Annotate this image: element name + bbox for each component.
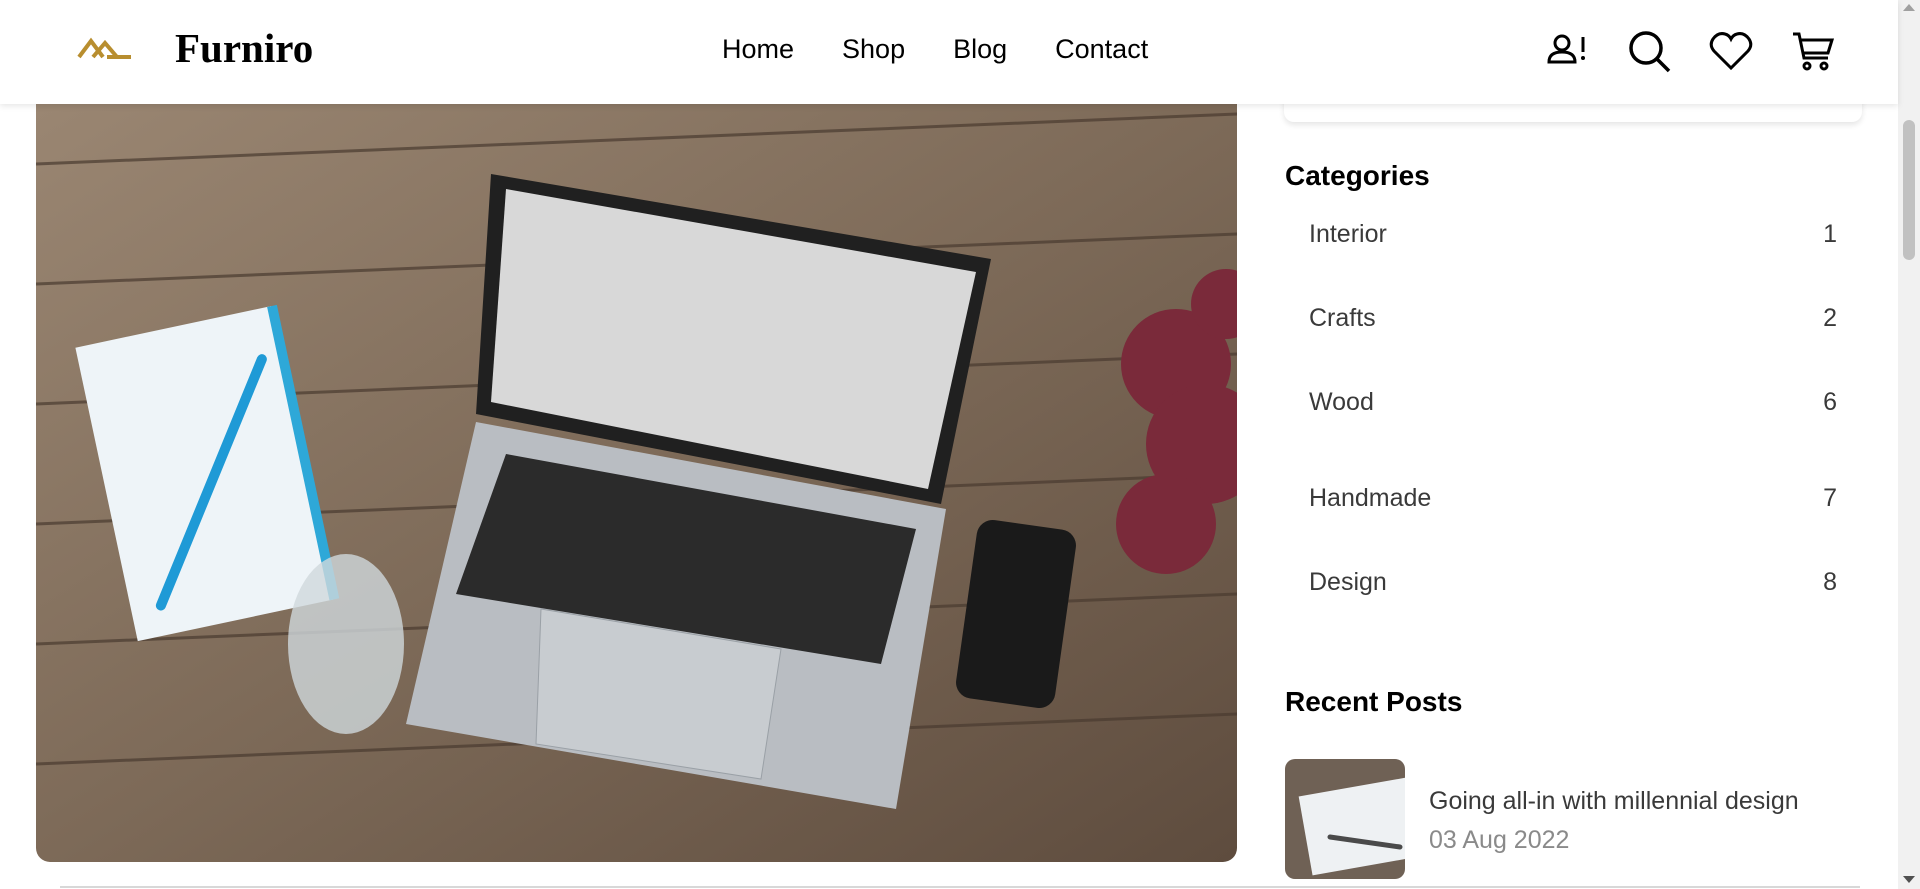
post-date: 03 Aug 2022 [1429,826,1570,854]
category-name: Crafts [1309,304,1376,332]
category-count: 7 [1823,484,1837,512]
nav-home[interactable]: Home [722,34,794,65]
brand-name[interactable]: Furniro [175,24,313,72]
furniro-logo[interactable] [77,33,133,63]
post-title[interactable]: Going all-in with millennial design [1429,787,1799,816]
post-text: Going all-in with millennial design 03 A… [1429,759,1799,879]
heart-icon[interactable] [1708,28,1754,74]
scroll-down-arrow-icon[interactable] [1903,876,1915,883]
hero-image [36,104,1237,862]
nav-blog[interactable]: Blog [953,34,1007,65]
recent-posts-title: Recent Posts [1285,686,1463,717]
account-alert-icon[interactable] [1544,28,1590,74]
category-item[interactable]: Handmade 7 [1285,486,1837,570]
category-list: Interior 1 Crafts 2 Wood 6 Handmade 7 De… [1285,222,1837,654]
category-item[interactable]: Crafts 2 [1285,306,1837,390]
scroll-thumb[interactable] [1903,120,1915,260]
header-icons [1544,28,1836,74]
category-item[interactable]: Interior 1 [1285,222,1837,306]
main-nav: Home Shop Blog Contact [722,34,1148,65]
laptop-on-wooden-table-photo [36,104,1237,862]
divider [60,886,1860,888]
categories-title: Categories [1285,160,1430,191]
category-item[interactable]: Design 8 [1285,570,1837,654]
logo-icon [77,37,131,59]
post-thumbnail[interactable] [1285,759,1405,879]
sidebar: Categories Interior 1 Crafts 2 Wood 6 Ha… [1285,160,1837,654]
category-name: Interior [1309,220,1387,248]
recent-post-item[interactable]: Going all-in with millennial design 03 A… [1285,759,1799,879]
notebook-pen-photo [1285,759,1405,879]
category-item[interactable]: Wood 6 [1285,390,1837,486]
category-name: Wood [1309,388,1374,416]
category-name: Design [1309,568,1387,596]
cart-icon[interactable] [1790,28,1836,74]
category-count: 2 [1823,304,1837,332]
category-count: 8 [1823,568,1837,596]
search-icon[interactable] [1626,28,1672,74]
nav-shop[interactable]: Shop [842,34,905,65]
category-name: Handmade [1309,484,1432,512]
category-count: 6 [1823,388,1837,416]
scroll-up-arrow-icon[interactable] [1903,4,1915,11]
category-count: 1 [1823,220,1837,248]
page-scrollbar[interactable] [1898,0,1920,889]
nav-contact[interactable]: Contact [1055,34,1148,65]
site-header: Furniro Home Shop Blog Contact [0,0,1898,104]
